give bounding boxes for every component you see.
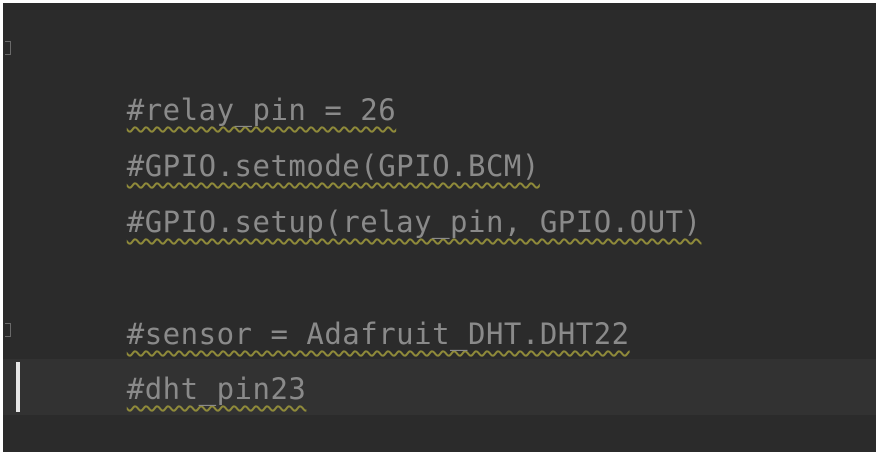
code-line[interactable] (19, 194, 127, 250)
code-line-text: #GPIO.setup(relay_pin, GPIO.OUT) (126, 205, 702, 239)
code-line[interactable]: #relay_pin = 26 (19, 26, 396, 127)
code-editor[interactable]: #relay_pin = 26 #GPIO.setmode(GPIO.BCM) … (3, 3, 876, 452)
code-line-current[interactable] (19, 359, 127, 415)
code-line[interactable]: #GPIO.setup(relay_pin, GPIO.OUT) (19, 138, 701, 239)
code-line-text: #dht_pin23 (126, 372, 307, 406)
screenshot-frame: #relay_pin = 26 #GPIO.setmode(GPIO.BCM) … (0, 0, 881, 456)
fold-marker-icon[interactable] (5, 41, 11, 55)
code-line[interactable]: #GPIO.setmode(GPIO.BCM) (19, 82, 540, 183)
text-caret (16, 362, 20, 412)
code-line[interactable]: #sensor = Adafruit_DHT.DHT22 (19, 250, 630, 351)
fold-marker-icon[interactable] (5, 323, 11, 337)
code-line[interactable]: #dht_pin23 (19, 305, 306, 406)
